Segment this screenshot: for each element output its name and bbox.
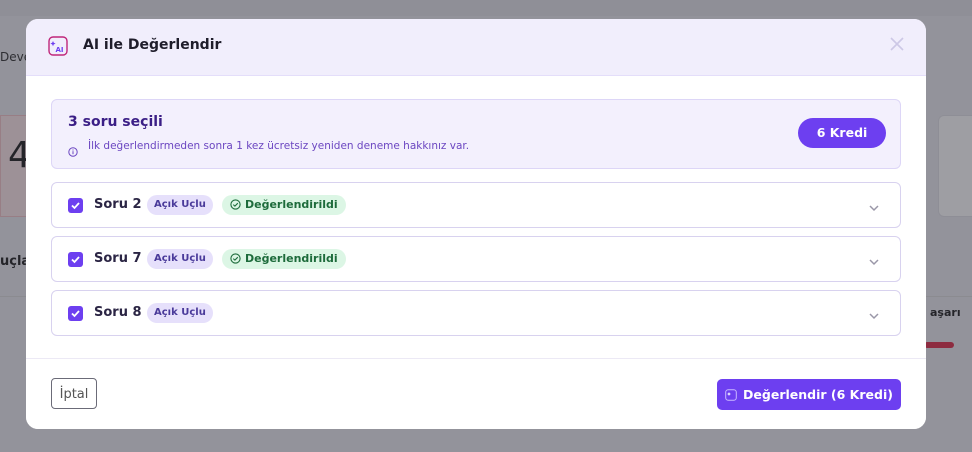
question-label: Soru 7 — [94, 251, 142, 266]
question-checkbox[interactable] — [68, 306, 83, 321]
question-row[interactable]: Soru 2 Açık Uçlu Değerlendirildi — [51, 182, 901, 228]
question-type-chip: Açık Uçlu — [147, 249, 213, 269]
modal-header: AI AI ile Değerlendir — [26, 19, 926, 76]
check-circle-icon — [230, 199, 241, 210]
ai-evaluate-modal: AI AI ile Değerlendir 3 soru seçili İlk … — [26, 19, 926, 429]
question-type-chip: Açık Uçlu — [147, 195, 213, 215]
close-icon[interactable] — [888, 35, 906, 53]
status-text: Değerlendirildi — [245, 252, 338, 265]
check-circle-icon — [230, 253, 241, 264]
status-text: Değerlendirildi — [245, 198, 338, 211]
question-type-chip: Açık Uçlu — [147, 303, 213, 323]
question-label: Soru 8 — [94, 305, 142, 320]
status-badge: Değerlendirildi — [222, 249, 346, 269]
selected-count: 3 soru seçili — [68, 114, 163, 130]
status-badge: Değerlendirildi — [222, 195, 346, 215]
modal-body: 3 soru seçili İlk değerlendirmeden sonra… — [51, 99, 901, 336]
question-checkbox[interactable] — [68, 252, 83, 267]
info-icon — [68, 142, 78, 157]
modal-title: AI ile Değerlendir — [83, 37, 222, 53]
modal-footer: İptal Değerlendir (6 Kredi) — [26, 358, 926, 429]
svg-text:AI: AI — [56, 46, 64, 54]
evaluate-button-label: Değerlendir (6 Kredi) — [743, 387, 893, 402]
chevron-down-icon[interactable] — [868, 307, 880, 320]
cancel-button[interactable]: İptal — [51, 378, 97, 409]
selection-summary: 3 soru seçili İlk değerlendirmeden sonra… — [51, 99, 901, 169]
retry-info-text: İlk değerlendirmeden sonra 1 kez ücretsi… — [88, 140, 470, 152]
question-label: Soru 2 — [94, 197, 142, 212]
credit-badge: 6 Kredi — [798, 118, 886, 148]
ai-sparkle-icon — [725, 389, 737, 401]
ai-sparkle-icon: AI — [48, 36, 68, 56]
question-row[interactable]: Soru 7 Açık Uçlu Değerlendirildi — [51, 236, 901, 282]
chevron-down-icon[interactable] — [868, 199, 880, 212]
evaluate-button[interactable]: Değerlendir (6 Kredi) — [717, 379, 901, 410]
question-checkbox[interactable] — [68, 198, 83, 213]
question-row[interactable]: Soru 8 Açık Uçlu — [51, 290, 901, 336]
chevron-down-icon[interactable] — [868, 253, 880, 266]
